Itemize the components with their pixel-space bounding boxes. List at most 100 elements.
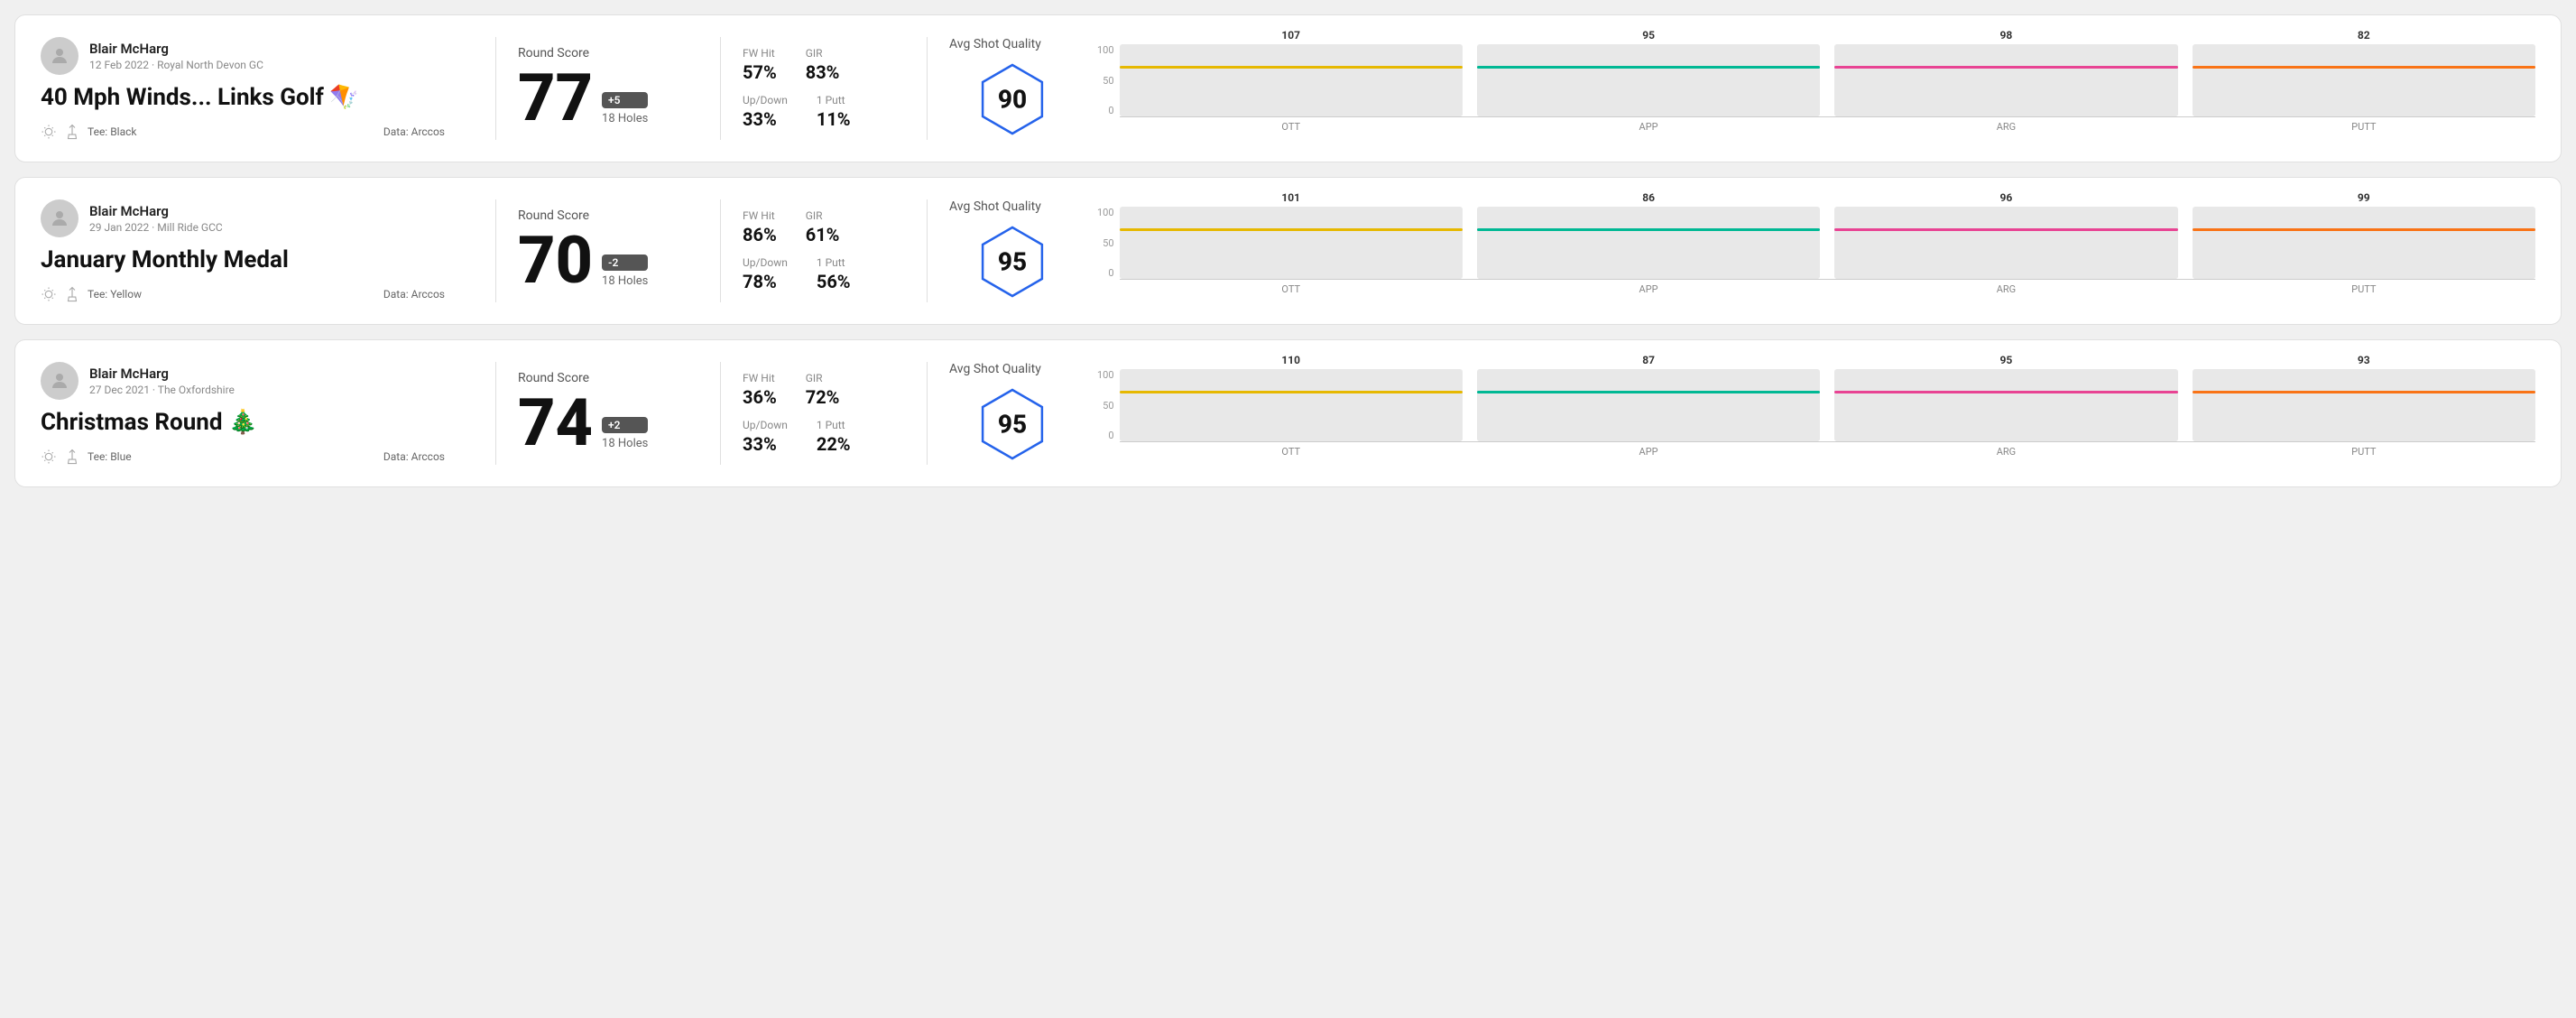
oneputt-value: 56% xyxy=(817,271,851,292)
section-divider-2 xyxy=(720,362,721,465)
player-date-course: 27 Dec 2021 · The Oxfordshire xyxy=(89,384,235,396)
left-section: Blair McHarg 27 Dec 2021 · The Oxfordshi… xyxy=(41,362,474,465)
bar-group: 98 xyxy=(1834,29,2177,116)
stats-row-2: Up/Down 33% 1 Putt 11% xyxy=(743,94,905,130)
gir-label: GIR xyxy=(806,209,840,222)
chart-section: 100 50 0 107959882OTTAPPARGPUTT xyxy=(1097,44,2535,133)
section-divider-2 xyxy=(720,37,721,140)
tee-icon xyxy=(64,124,80,140)
player-name: Blair McHarg xyxy=(89,366,235,382)
stats-row-1: FW Hit 57% GIR 83% xyxy=(743,47,905,83)
gir-stat: GIR 72% xyxy=(806,372,840,408)
gir-value: 83% xyxy=(806,61,840,83)
fw-hit-value: 57% xyxy=(743,61,777,83)
quality-label: Avg Shot Quality xyxy=(949,37,1041,51)
oneputt-stat: 1 Putt 22% xyxy=(817,419,851,455)
gir-label: GIR xyxy=(806,47,840,60)
tee-label: Tee: Blue xyxy=(88,450,132,463)
score-number: 74 xyxy=(518,391,593,456)
tee-info: Tee: Yellow Data: Arccos xyxy=(41,286,445,302)
updown-label: Up/Down xyxy=(743,94,788,106)
player-info: Blair McHarg 29 Jan 2022 · Mill Ride GCC xyxy=(41,199,445,237)
section-divider-3 xyxy=(927,362,928,465)
fw-hit-stat: FW Hit 36% xyxy=(743,372,777,408)
fw-hit-label: FW Hit xyxy=(743,209,777,222)
updown-stat: Up/Down 78% xyxy=(743,256,788,292)
hex-score: 95 xyxy=(998,247,1027,277)
hexagon-container: 95 xyxy=(972,384,1053,465)
bar-group: 82 xyxy=(2193,29,2535,116)
fw-hit-stat: FW Hit 57% xyxy=(743,47,777,83)
weather-icon xyxy=(41,449,57,465)
section-divider-1 xyxy=(495,37,496,140)
fw-hit-stat: FW Hit 86% xyxy=(743,209,777,245)
oneputt-value: 22% xyxy=(817,433,851,455)
hex-score: 95 xyxy=(998,410,1027,440)
round-title: 40 Mph Winds... Links Golf 🪁 xyxy=(41,84,445,111)
tee-icon xyxy=(64,449,80,465)
updown-value: 33% xyxy=(743,108,788,130)
score-diff-badge: +5 xyxy=(602,92,648,108)
updown-label: Up/Down xyxy=(743,256,788,269)
holes-label: 18 Holes xyxy=(602,274,648,288)
round-card-3: Blair McHarg 27 Dec 2021 · The Oxfordshi… xyxy=(14,339,2562,487)
score-section: Round Score 74 +2 18 Holes xyxy=(518,371,698,456)
fw-hit-value: 86% xyxy=(743,224,777,245)
fw-hit-value: 36% xyxy=(743,386,777,408)
stats-section: FW Hit 57% GIR 83% Up/Down 33% 1 Putt 11… xyxy=(743,47,905,130)
round-card-1: Blair McHarg 12 Feb 2022 · Royal North D… xyxy=(14,14,2562,162)
data-source: Data: Arccos xyxy=(383,288,445,301)
chart-section: 100 50 0 110879593OTTAPPARGPUTT xyxy=(1097,369,2535,458)
updown-value: 33% xyxy=(743,433,788,455)
bar-group: 95 xyxy=(1834,354,2177,441)
bar-group: 107 xyxy=(1120,29,1463,116)
player-name: Blair McHarg xyxy=(89,203,223,219)
avatar xyxy=(41,37,78,75)
fw-hit-label: FW Hit xyxy=(743,372,777,384)
stats-section: FW Hit 36% GIR 72% Up/Down 33% 1 Putt 22… xyxy=(743,372,905,455)
updown-stat: Up/Down 33% xyxy=(743,94,788,130)
holes-label: 18 Holes xyxy=(602,437,648,450)
score-number: 70 xyxy=(518,228,593,293)
section-divider-1 xyxy=(495,362,496,465)
gir-label: GIR xyxy=(806,372,840,384)
score-label: Round Score xyxy=(518,371,698,385)
holes-label: 18 Holes xyxy=(602,112,648,125)
tee-label: Tee: Black xyxy=(88,125,136,138)
quality-label: Avg Shot Quality xyxy=(949,199,1041,214)
section-divider-3 xyxy=(927,37,928,140)
score-row: 70 -2 18 Holes xyxy=(518,228,698,293)
section-divider-1 xyxy=(495,199,496,302)
gir-value: 72% xyxy=(806,386,840,408)
score-diff-badge: +2 xyxy=(602,417,648,433)
oneputt-value: 11% xyxy=(817,108,851,130)
score-label: Round Score xyxy=(518,208,698,223)
bar-group: 110 xyxy=(1120,354,1463,441)
player-name: Blair McHarg xyxy=(89,41,263,57)
stats-row-1: FW Hit 36% GIR 72% xyxy=(743,372,905,408)
avatar xyxy=(41,199,78,237)
chart-section: 100 50 0 101869699OTTAPPARGPUTT xyxy=(1097,207,2535,295)
hexagon-container: 95 xyxy=(972,221,1053,302)
bar-group: 86 xyxy=(1477,191,1820,279)
oneputt-stat: 1 Putt 56% xyxy=(817,256,851,292)
tee-info: Tee: Black Data: Arccos xyxy=(41,124,445,140)
bar-group: 93 xyxy=(2193,354,2535,441)
avatar xyxy=(41,362,78,400)
data-source: Data: Arccos xyxy=(383,450,445,463)
oneputt-label: 1 Putt xyxy=(817,94,851,106)
round-title: Christmas Round 🎄 xyxy=(41,409,445,436)
bar-group: 101 xyxy=(1120,191,1463,279)
round-title: January Monthly Medal xyxy=(41,246,445,273)
section-divider-2 xyxy=(720,199,721,302)
hexagon-container: 90 xyxy=(972,59,1053,140)
tee-info: Tee: Blue Data: Arccos xyxy=(41,449,445,465)
stats-row-2: Up/Down 78% 1 Putt 56% xyxy=(743,256,905,292)
data-source: Data: Arccos xyxy=(383,125,445,138)
left-section: Blair McHarg 12 Feb 2022 · Royal North D… xyxy=(41,37,474,140)
gir-stat: GIR 61% xyxy=(806,209,840,245)
oneputt-label: 1 Putt xyxy=(817,256,851,269)
bar-group: 95 xyxy=(1477,29,1820,116)
gir-stat: GIR 83% xyxy=(806,47,840,83)
stats-row-1: FW Hit 86% GIR 61% xyxy=(743,209,905,245)
